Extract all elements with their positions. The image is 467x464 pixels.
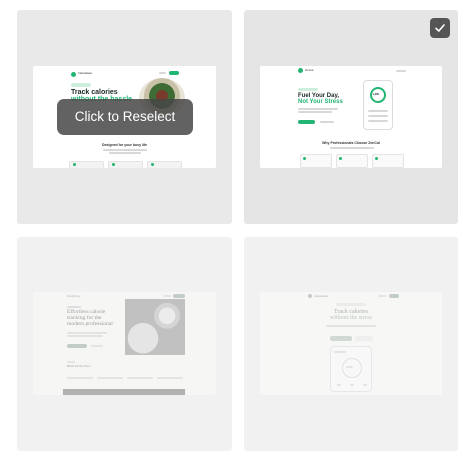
reselect-button[interactable]: Click to Reselect [57, 99, 193, 135]
breakfast-photo [125, 299, 185, 355]
badge [71, 83, 91, 87]
brand-name: NourishLog [67, 295, 81, 298]
preview-screenshot: NourishLog Effortless calorie tracking f… [33, 292, 216, 395]
nav-cta [389, 294, 399, 298]
feature-item [97, 377, 123, 379]
cta-button [67, 344, 87, 348]
section-title: Why Professionals Choose ZenCal [322, 141, 380, 145]
preview-screenshot: ZenCal Fuel Your Day, Not Your Stress 1,… [260, 66, 442, 168]
logo-icon [71, 72, 76, 77]
feature-icon [339, 157, 342, 160]
nav-link [396, 70, 406, 72]
section-subtext [103, 149, 147, 151]
secondary-link [91, 345, 103, 347]
headline-line-2: without the stress [330, 315, 372, 321]
section-title: Designed for your busy life [101, 143, 148, 147]
logo-icon [308, 294, 312, 298]
tab-icon [363, 384, 367, 386]
feature-icon [151, 163, 154, 166]
feature-item [157, 377, 183, 379]
brand-name: ZenCal [305, 69, 314, 72]
cta-button [298, 120, 315, 124]
section-title: Built for the flow [67, 364, 91, 368]
ring-value: 1,280 [372, 93, 380, 96]
selected-checkmark-icon [430, 18, 450, 38]
ring-value: 2,070 [346, 366, 353, 369]
meal-row [368, 110, 388, 112]
section-subtext [330, 147, 374, 149]
feature-icon [112, 163, 115, 166]
feature-item [127, 377, 153, 379]
secondary-button [355, 336, 373, 341]
design-option-2[interactable]: ZenCal Fuel Your Day, Not Your Stress 1,… [244, 10, 458, 224]
nav-link [378, 295, 386, 297]
secondary-link [320, 121, 334, 123]
nav-cta [173, 294, 185, 298]
feature-item [67, 377, 93, 379]
section-subtext-2 [109, 152, 141, 154]
hero-subtext [298, 108, 338, 110]
headline-line-3: modern professional [67, 321, 113, 327]
hero-subtext-2 [298, 111, 332, 113]
logo-icon [298, 68, 303, 73]
tab-icon [350, 384, 354, 386]
phone-mockup: 1,280 [363, 80, 393, 130]
meal-row [368, 120, 388, 122]
badge [298, 88, 318, 91]
meal-row [368, 115, 388, 117]
cta-button [330, 336, 352, 341]
section-eyebrow [67, 361, 75, 363]
hero-subtext-2 [67, 335, 103, 337]
feature-icon [375, 157, 378, 160]
tab-icon [337, 384, 341, 386]
brand-name: CalorieEase [314, 294, 329, 298]
hero-subtext [67, 332, 107, 334]
brand-name: CalorieEase [78, 72, 93, 75]
design-option-1[interactable]: CalorieEase Track calories without the h… [17, 10, 232, 224]
design-option-3[interactable]: NourishLog Effortless calorie tracking f… [17, 237, 232, 451]
hero-subtext [326, 325, 376, 327]
nav-link [159, 72, 166, 74]
design-option-4[interactable]: CalorieEase Track calories without the s… [244, 237, 458, 451]
nav-link [163, 295, 171, 297]
design-options-grid: CalorieEase Track calories without the h… [0, 0, 467, 464]
phone-mockup: 2,070 [330, 346, 372, 392]
feature-icon [73, 163, 76, 166]
headline-line-2: Not Your Stress [298, 99, 343, 105]
footer-image-strip [63, 389, 185, 395]
app-header [334, 351, 346, 353]
preview-screenshot: CalorieEase Track calories without the s… [260, 292, 442, 395]
nav-cta [169, 71, 179, 75]
badge [336, 303, 366, 306]
eyebrow [67, 306, 81, 308]
feature-icon [303, 157, 306, 160]
